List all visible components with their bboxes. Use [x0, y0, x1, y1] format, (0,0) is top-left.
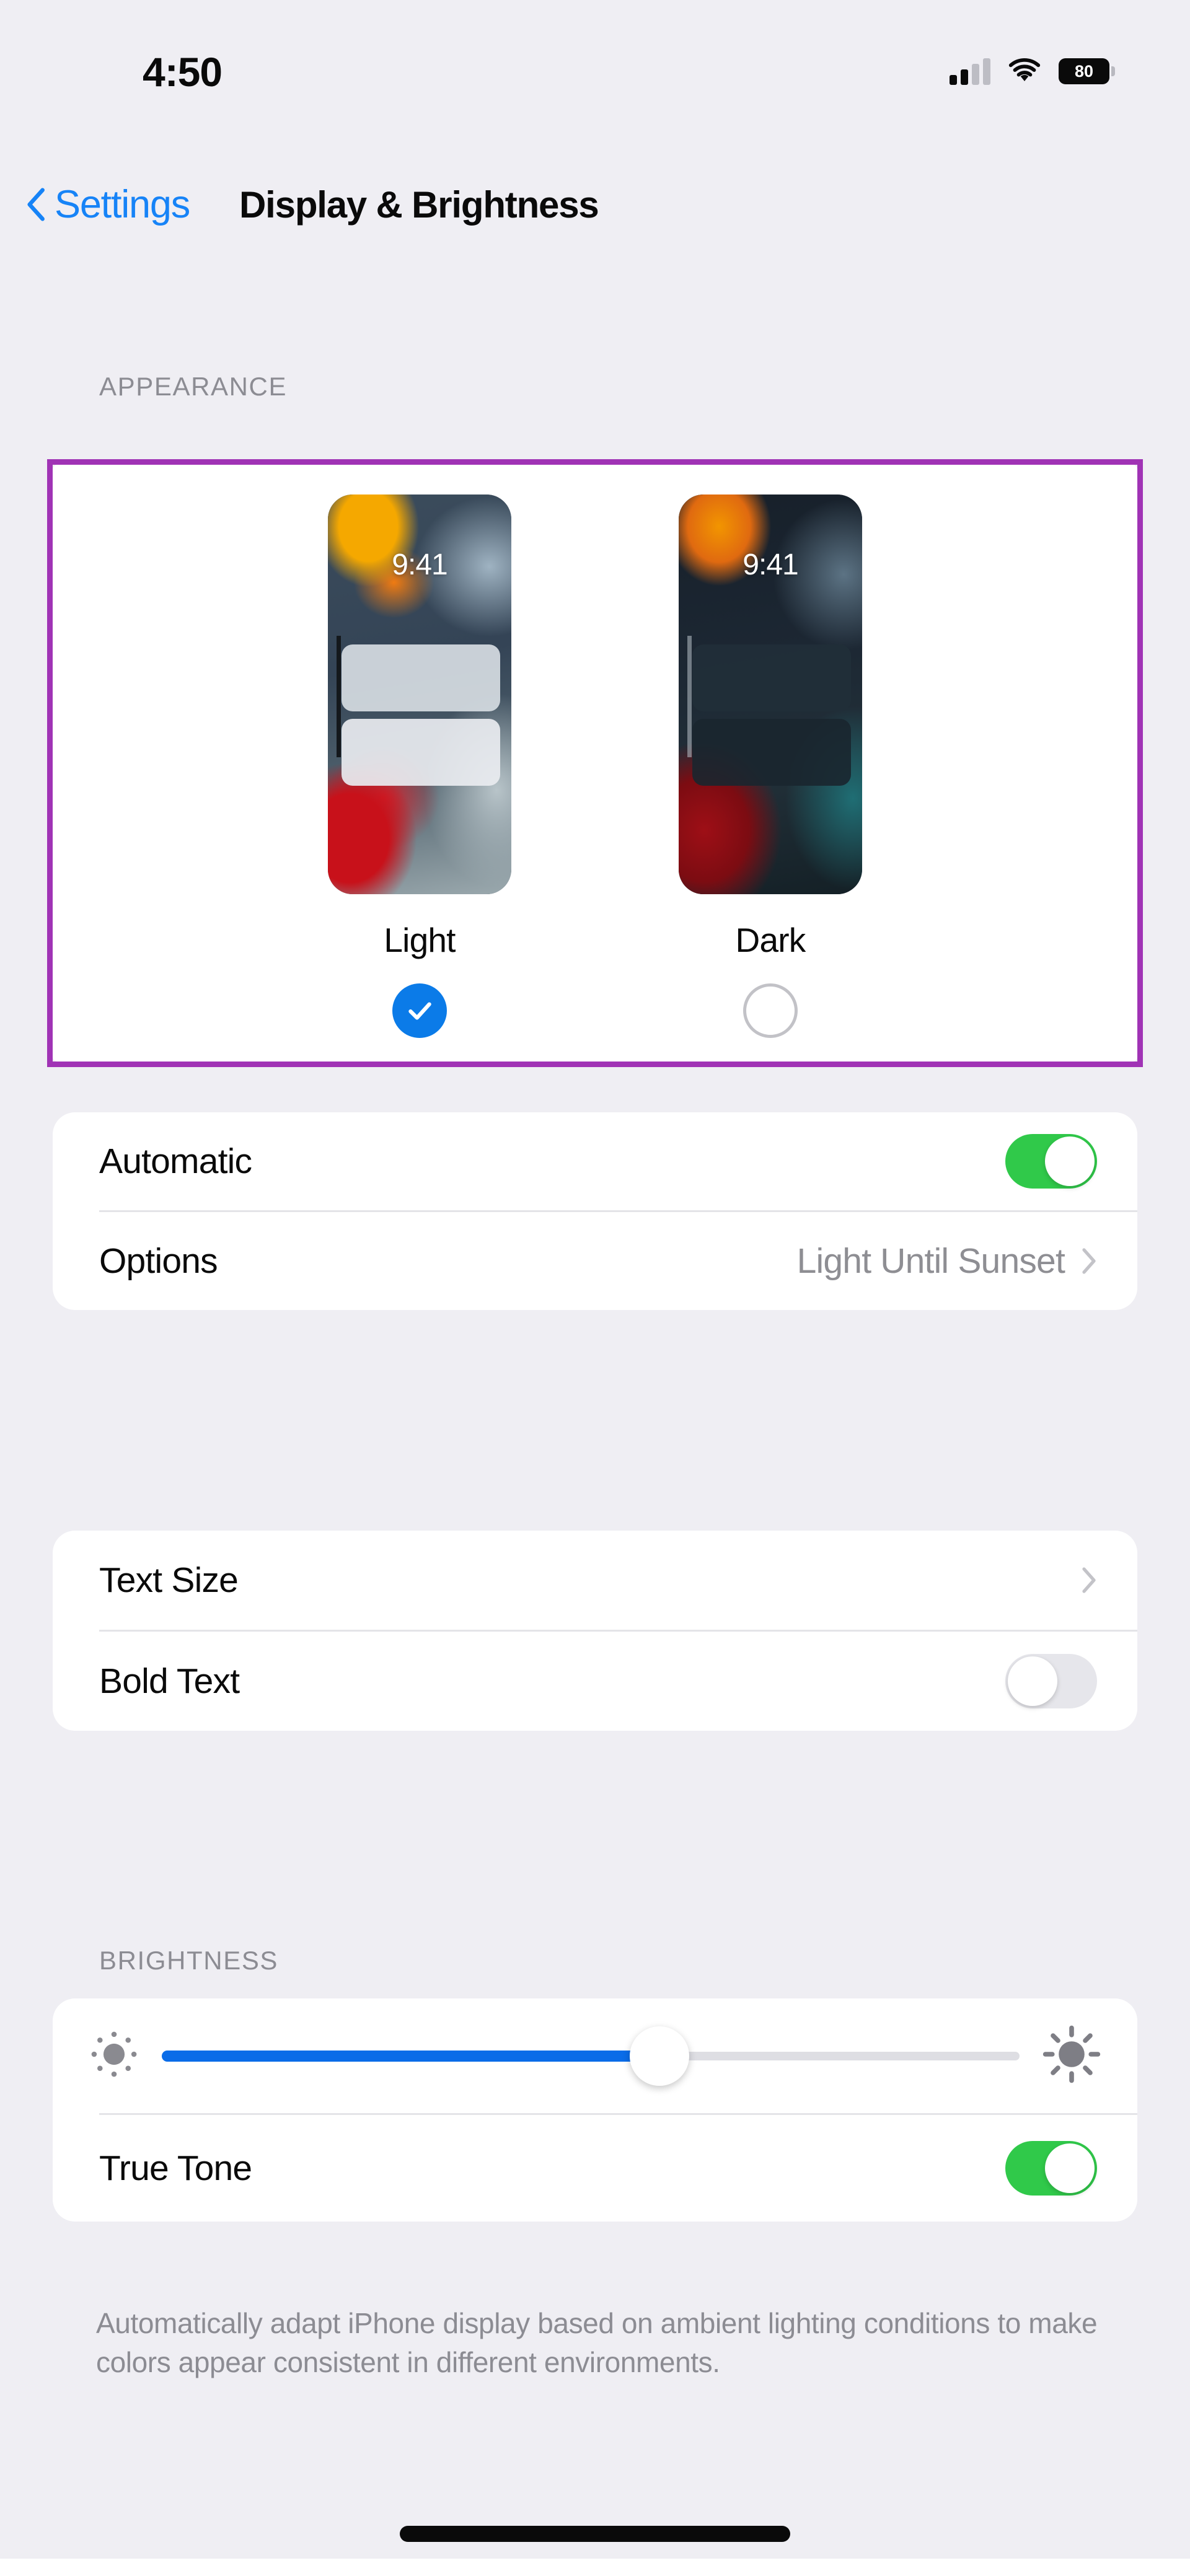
true-tone-toggle[interactable] — [1005, 2141, 1097, 2196]
brightness-section-header: BRIGHTNESS — [99, 1946, 279, 1975]
theme-radio-dark[interactable] — [743, 983, 798, 1038]
appearance-picker-card: 9:41 Light 9:41 Dark — [53, 465, 1137, 1062]
options-value: Light Until Sunset — [796, 1241, 1065, 1281]
battery-level: 80 — [1074, 61, 1094, 81]
slider-track-fill — [162, 2050, 659, 2062]
bottom-strip — [0, 2559, 1190, 2576]
light-theme-preview: 9:41 — [328, 495, 511, 894]
wifi-icon — [1007, 58, 1042, 85]
row-automatic[interactable]: Automatic — [53, 1112, 1137, 1210]
status-bar-time: 4:50 — [143, 49, 223, 95]
dark-preview-time: 9:41 — [743, 548, 798, 581]
toggle-knob — [1045, 2143, 1095, 2193]
battery-icon: 80 — [1059, 58, 1115, 84]
dark-theme-preview: 9:41 — [679, 495, 862, 894]
options-value-group: Light Until Sunset — [797, 1241, 1097, 1281]
chevron-right-icon — [1081, 1567, 1097, 1594]
text-settings-card: Text Size Bold Text — [53, 1531, 1137, 1731]
toggle-knob — [1045, 1136, 1095, 1186]
automatic-options-card: Automatic Options Light Until Sunset — [53, 1112, 1137, 1310]
text-size-label: Text Size — [99, 1560, 239, 1600]
toggle-knob — [1008, 1656, 1057, 1706]
dark-preview-notification-2 — [692, 719, 851, 786]
light-preview-edge-line — [337, 636, 341, 757]
appearance-picker-container: 9:41 Light 9:41 Dark — [47, 459, 1143, 1067]
light-preview-time: 9:41 — [392, 548, 447, 581]
row-options[interactable]: Options Light Until Sunset — [53, 1212, 1137, 1310]
brightness-card: True Tone — [53, 1998, 1137, 2222]
status-bar: 4:50 80 — [0, 0, 1190, 124]
checkmark-icon — [404, 995, 435, 1026]
chevron-right-icon — [1081, 1247, 1097, 1275]
appearance-section-header: APPEARANCE — [99, 372, 288, 401]
chevron-left-icon — [25, 187, 46, 222]
home-indicator[interactable] — [400, 2526, 790, 2542]
bold-text-toggle[interactable] — [1005, 1654, 1097, 1708]
slider-thumb[interactable] — [629, 2026, 689, 2086]
theme-label-dark: Dark — [735, 921, 806, 959]
sun-high-icon — [1042, 2024, 1101, 2087]
back-button-label: Settings — [55, 183, 190, 226]
row-text-size[interactable]: Text Size — [53, 1531, 1137, 1630]
iphone-settings-screen: 4:50 80 Settings Display & Brightness AP… — [0, 0, 1190, 2576]
dark-preview-notification-1 — [692, 644, 851, 711]
row-bold-text[interactable]: Bold Text — [53, 1632, 1137, 1731]
theme-radio-light[interactable] — [392, 983, 447, 1038]
brightness-slider[interactable] — [162, 2026, 1020, 2086]
brightness-footer-note: Automatically adapt iPhone display based… — [96, 2307, 1098, 2379]
theme-option-dark[interactable]: 9:41 Dark — [679, 495, 862, 1038]
options-label: Options — [99, 1241, 218, 1281]
true-tone-label: True Tone — [99, 2148, 252, 2188]
navigation-bar: Settings Display & Brightness — [0, 167, 1190, 242]
automatic-toggle[interactable] — [1005, 1134, 1097, 1189]
battery-cap — [1111, 66, 1115, 76]
back-button[interactable]: Settings — [25, 182, 190, 227]
status-bar-indicators: 80 — [950, 53, 1115, 90]
light-preview-notification-1 — [342, 644, 500, 711]
bold-text-label: Bold Text — [99, 1661, 240, 1701]
home-indicator-area — [0, 2491, 1190, 2576]
sun-low-icon — [89, 2029, 139, 2083]
row-brightness-slider — [53, 1998, 1137, 2113]
light-preview-notification-2 — [342, 719, 500, 786]
page-title: Display & Brightness — [239, 183, 599, 226]
theme-option-light[interactable]: 9:41 Light — [328, 495, 511, 1038]
automatic-label: Automatic — [99, 1141, 252, 1181]
theme-label-light: Light — [384, 921, 456, 959]
cellular-signal-icon — [950, 58, 990, 85]
row-true-tone[interactable]: True Tone — [53, 2115, 1137, 2222]
dark-preview-edge-line — [687, 636, 692, 757]
